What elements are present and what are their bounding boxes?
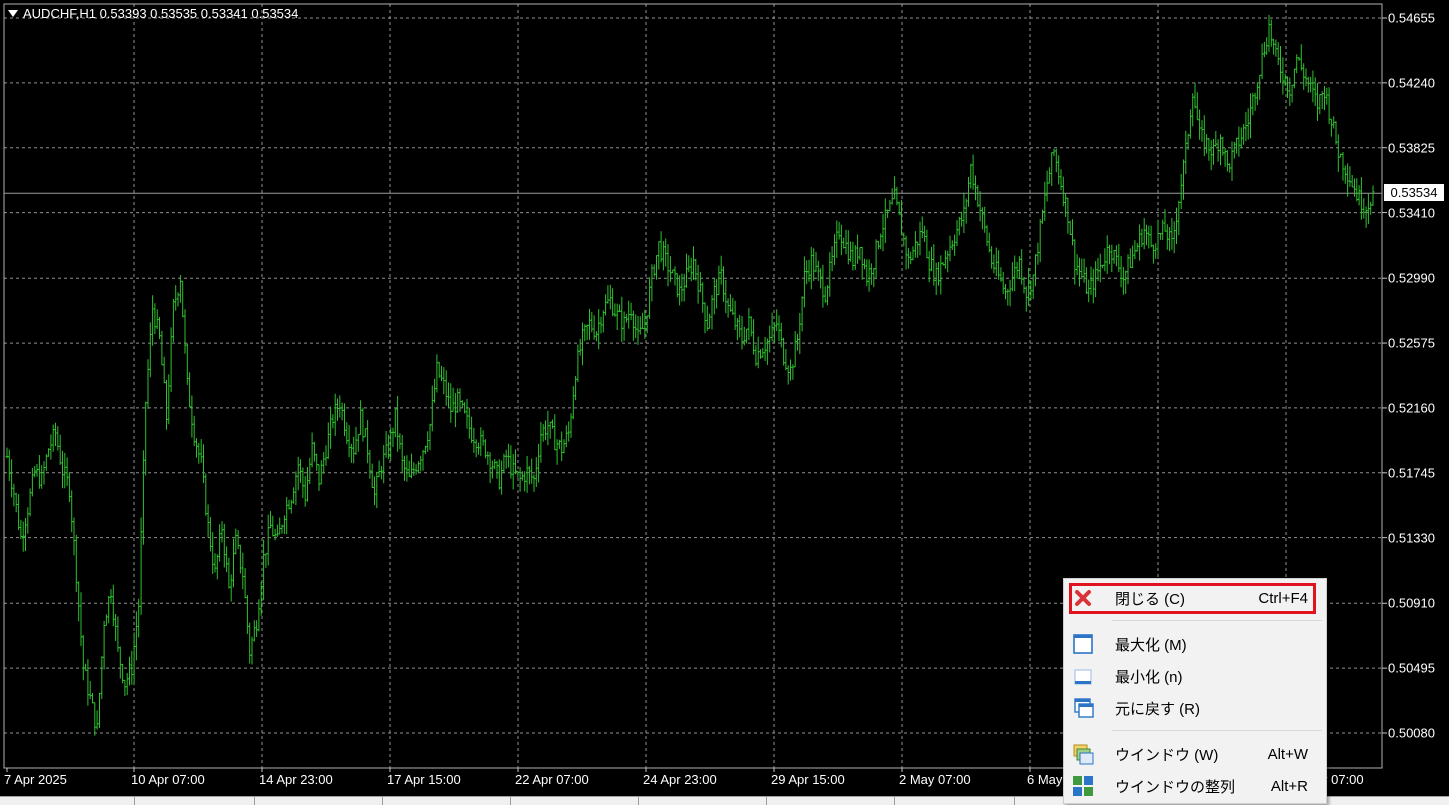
price-tick-label: 0.50080 — [1388, 725, 1435, 741]
price-tick-label: 0.52160 — [1388, 400, 1435, 416]
menu-item-label: 元に戻す (R) — [1115, 700, 1200, 718]
minimize-icon — [1072, 665, 1094, 687]
price-tick-label: 0.54240 — [1388, 75, 1435, 91]
menu-separator — [1112, 730, 1322, 731]
menu-separator — [1112, 620, 1322, 621]
time-tick-label: 24 Apr 23:00 — [643, 772, 717, 787]
price-tick-label: 0.50495 — [1388, 660, 1435, 676]
time-tick-label: 17 Apr 15:00 — [387, 772, 461, 787]
price-tick-label: 0.53825 — [1388, 140, 1435, 156]
price-tick-label: 0.54655 — [1388, 10, 1435, 26]
time-tick-label: y 07:00 — [1321, 772, 1364, 787]
window-icon — [1072, 743, 1094, 765]
current-price-label: 0.53534 — [1384, 184, 1444, 201]
price-tick-label: 0.53410 — [1388, 205, 1435, 221]
menu-item-shortcut: Alt+W — [1267, 745, 1308, 763]
chart-header: AUDCHF,H1 0.53393 0.53535 0.53341 0.5353… — [8, 6, 298, 21]
time-tick-label: 22 Apr 07:00 — [515, 772, 589, 787]
maximize-icon — [1072, 633, 1094, 655]
highlight-annotation — [1069, 583, 1316, 614]
time-tick-label: 2 May 07:00 — [899, 772, 971, 787]
context-menu: 閉じる (C) Ctrl+F4 最大化 (M) 最小化 (n) 元に戻す (R)… — [1063, 578, 1327, 804]
menu-item-label: ウインドウ (W) — [1115, 746, 1219, 764]
tile-windows-icon — [1072, 775, 1094, 797]
price-tick-label: 0.51330 — [1388, 530, 1435, 546]
menu-item-window[interactable]: ウインドウ (W) Alt+W — [1064, 739, 1326, 769]
time-tick-label: 6 May — [1027, 772, 1063, 787]
dropdown-triangle-icon[interactable] — [8, 10, 18, 17]
time-tick-label: 10 Apr 07:00 — [131, 772, 205, 787]
chart-header-text: AUDCHF,H1 0.53393 0.53535 0.53341 0.5353… — [23, 6, 299, 21]
menu-item-shortcut: Alt+R — [1270, 777, 1308, 795]
price-tick-label: 0.52575 — [1388, 335, 1435, 351]
menu-item-maximize[interactable]: 最大化 (M) — [1064, 629, 1326, 659]
price-tick-label: 0.52990 — [1388, 270, 1435, 286]
time-tick-label: 29 Apr 15:00 — [771, 772, 845, 787]
price-tick-label: 0.51745 — [1388, 465, 1435, 481]
restore-icon — [1072, 697, 1094, 719]
menu-item-label: 最小化 (n) — [1115, 668, 1183, 686]
price-tick-label: 0.50910 — [1388, 595, 1435, 611]
menu-item-label: ウインドウの整列 — [1115, 778, 1236, 796]
time-tick-label: 14 Apr 23:00 — [259, 772, 333, 787]
menu-item-label: 最大化 (M) — [1115, 636, 1187, 654]
menu-item-tile-windows[interactable]: ウインドウの整列 Alt+R — [1064, 771, 1326, 801]
menu-item-minimize[interactable]: 最小化 (n) — [1064, 661, 1326, 691]
menu-item-restore[interactable]: 元に戻す (R) — [1064, 693, 1326, 723]
time-tick-label: 7 Apr 2025 — [4, 772, 67, 787]
